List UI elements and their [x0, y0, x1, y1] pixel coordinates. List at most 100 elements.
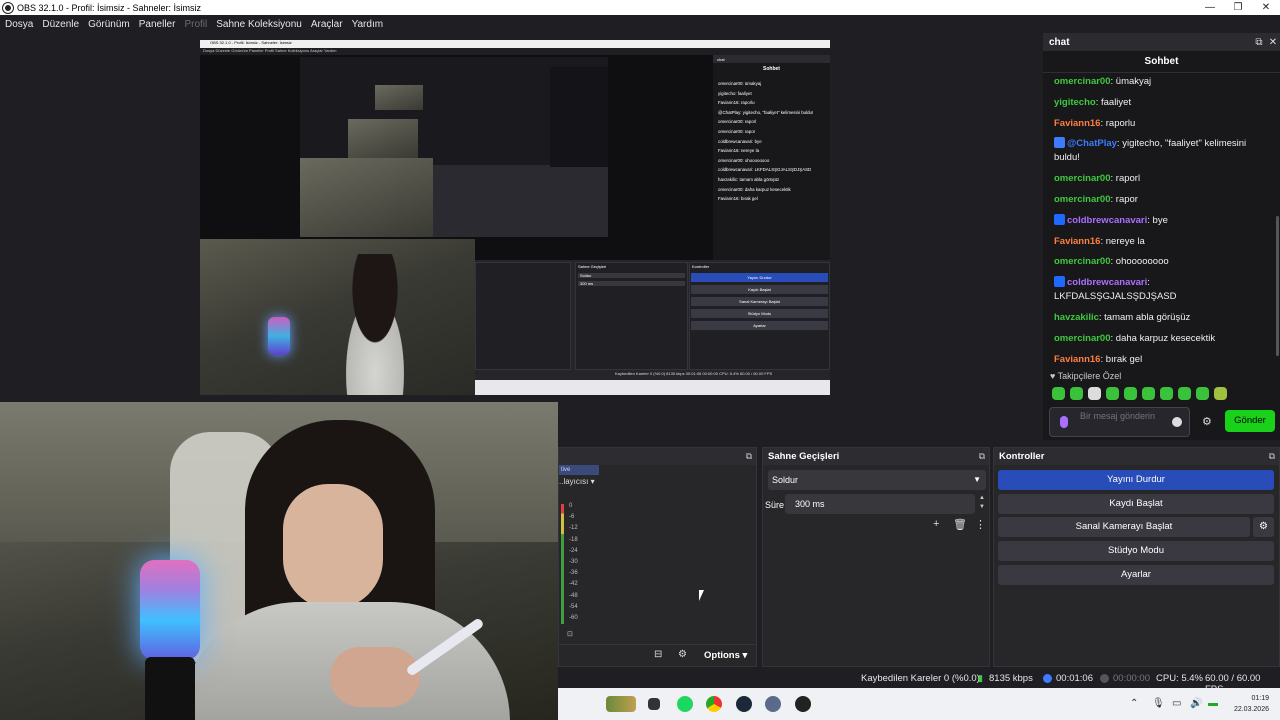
obs-taskbar-icon[interactable] — [795, 696, 811, 712]
audio-source-selected[interactable]: tive — [559, 465, 599, 475]
chevron-down-icon[interactable]: ▾ — [591, 477, 595, 486]
chat-input-box[interactable] — [1049, 407, 1190, 437]
menu-gorunum[interactable]: Görünüm — [88, 19, 130, 30]
widgets-icon[interactable] — [606, 696, 636, 712]
chat-message-input[interactable] — [1080, 410, 1170, 436]
emote-icon[interactable] — [1178, 387, 1191, 400]
chat-separator: : — [1147, 277, 1150, 289]
webcam-face — [283, 484, 383, 609]
menu-duzenle[interactable]: Düzenle — [42, 19, 79, 30]
chat-message[interactable]: omercinar00: rapor — [1054, 193, 1268, 207]
stop-stream-button[interactable]: Yayını Durdur — [998, 470, 1274, 490]
chat-message[interactable]: @ChatPlay: yigitecho, "faaliyet" kelimes… — [1054, 137, 1268, 165]
file-explorer-icon[interactable] — [648, 698, 660, 710]
chat-message[interactable]: Faviann16: raporlu — [1054, 117, 1268, 131]
chat-settings-icon[interactable]: ⚙ — [1202, 415, 1212, 428]
nested-dur-input: 300 ms — [578, 281, 685, 286]
chat-message[interactable]: yigitecho: faaliyet — [1054, 96, 1268, 110]
options-button[interactable]: Options ▾ — [704, 650, 747, 661]
layout-icon[interactable]: ⊟ — [654, 649, 662, 660]
close-button[interactable]: ✕ — [1252, 2, 1280, 13]
emote-icon[interactable] — [1070, 387, 1083, 400]
gear-icon[interactable]: ⚙ — [1253, 517, 1274, 537]
chat-username[interactable]: omercinar00 — [1054, 173, 1111, 184]
maximize-button[interactable]: ❐ — [1224, 2, 1252, 13]
mic-icon[interactable] — [1060, 416, 1068, 428]
chat-message-list[interactable]: omercinar00: ümakyaj yigitecho: faaliyet F… — [1043, 75, 1268, 395]
emote-icon[interactable] — [1196, 387, 1209, 400]
chat-message[interactable]: havzakilic: tamam abla görüşüz — [1054, 311, 1268, 325]
chat-username[interactable]: @ChatPlay — [1067, 138, 1117, 149]
chat-username[interactable]: omercinar00 — [1054, 76, 1111, 87]
chat-username[interactable]: yigitecho — [1054, 97, 1096, 108]
nested-chat-line: havzakilic: tamam abla görüşüz — [718, 176, 780, 182]
emote-icon[interactable] — [1160, 387, 1173, 400]
chat-username[interactable]: Faviann16 — [1054, 236, 1100, 247]
steam-icon[interactable] — [736, 696, 752, 712]
tray-overflow-icon[interactable]: ⌃ — [1130, 698, 1138, 709]
menu-araclar[interactable]: Araçlar — [311, 19, 343, 30]
menu-dosya[interactable]: Dosya — [5, 19, 33, 30]
mute-icon[interactable]: ⊡ — [567, 630, 573, 638]
chat-username[interactable]: havzakilic — [1054, 312, 1099, 323]
chat-username[interactable]: Faviann16 — [1054, 354, 1100, 365]
advanced-audio-icon[interactable]: ⚙ — [678, 649, 687, 660]
chat-message[interactable]: Faviann16: nereye la — [1054, 235, 1268, 249]
menu-profil[interactable]: Profil — [184, 19, 207, 30]
more-icon[interactable]: ⋮ — [975, 518, 986, 531]
studio-mode-button[interactable]: Stüdyo Modu — [998, 541, 1274, 561]
nested-chat-line: coldbrewcanavari: bye — [718, 138, 762, 144]
emote-icon[interactable] — [1124, 387, 1137, 400]
chrome-icon[interactable] — [706, 696, 722, 712]
chat-message[interactable]: omercinar00: raporl — [1054, 172, 1268, 186]
spotify-icon[interactable] — [677, 696, 693, 712]
menu-sahne-koleksiyonu[interactable]: Sahne Koleksiyonu — [216, 19, 302, 30]
chat-message[interactable]: omercinar00: daha karpuz kesecektik — [1054, 332, 1268, 346]
audio-source-name: ..layıcısı ▾ — [559, 477, 595, 486]
transition-select[interactable]: Soldur ▼ — [768, 470, 986, 490]
close-icon[interactable]: ✕ — [1266, 37, 1280, 48]
chat-message[interactable]: Faviann16: bırak gel — [1054, 353, 1268, 367]
nested-cam-medium — [300, 158, 433, 237]
nested-chat-title: Sohbet — [763, 66, 780, 72]
popout-icon[interactable]: ⧉ — [746, 448, 752, 465]
emoji-icon[interactable] — [1172, 417, 1182, 427]
minimize-button[interactable]: — — [1196, 2, 1224, 13]
chat-username[interactable]: omercinar00 — [1054, 256, 1111, 267]
emote-icon[interactable] — [1142, 387, 1155, 400]
add-transition-icon[interactable]: + — [933, 518, 939, 530]
mic-tray-icon[interactable]: 🎙 — [1152, 698, 1165, 709]
settings-button[interactable]: Ayarlar — [998, 565, 1274, 585]
emote-icon[interactable] — [1214, 387, 1227, 400]
float-icon[interactable]: ⧉ — [1252, 37, 1266, 48]
menu-yardim[interactable]: Yardım — [352, 19, 384, 30]
menu-paneller[interactable]: Paneller — [139, 19, 176, 30]
start-record-button[interactable]: Kaydı Başlat — [998, 494, 1274, 514]
chat-username[interactable]: omercinar00 — [1054, 333, 1111, 344]
chat-username[interactable]: coldbrewcanavari — [1067, 215, 1147, 226]
taskbar-clock[interactable]: 01:19 22.03.2026 — [1221, 693, 1269, 715]
duration-spinner[interactable]: ▲ ▼ — [976, 494, 988, 514]
start-virtual-camera-button[interactable]: Sanal Kamerayı Başlat — [998, 517, 1250, 537]
volume-icon[interactable]: 🔊 — [1190, 698, 1202, 709]
chat-username[interactable]: omercinar00 — [1054, 194, 1111, 205]
network-icon[interactable]: ▭ — [1172, 698, 1181, 709]
chat-message[interactable]: omercinar00: ümakyaj — [1054, 75, 1268, 89]
send-button[interactable]: Gönder — [1225, 410, 1275, 432]
chat-message[interactable]: coldbrewcanavari: LKFDALSŞGJALSŞDJŞASD — [1054, 276, 1268, 304]
trash-icon[interactable]: 🗑 — [953, 518, 967, 531]
settings-app-icon[interactable] — [765, 696, 781, 712]
emote-icon[interactable] — [1088, 387, 1101, 400]
chat-scrollbar[interactable] — [1276, 216, 1279, 356]
chat-message[interactable]: omercinar00: ohoooooooo — [1054, 255, 1268, 269]
battery-icon[interactable]: ▬ — [1208, 698, 1218, 709]
chevron-down-icon[interactable]: ▼ — [973, 470, 981, 490]
emote-icon[interactable] — [1052, 387, 1065, 400]
popout-icon[interactable]: ⧉ — [1269, 448, 1275, 465]
chat-username[interactable]: Faviann16 — [1054, 118, 1100, 129]
chat-message[interactable]: coldbrewcanavari: bye — [1054, 213, 1268, 228]
chat-username[interactable]: coldbrewcanavari — [1067, 277, 1147, 288]
emote-icon[interactable] — [1106, 387, 1119, 400]
popout-icon[interactable]: ⧉ — [979, 448, 985, 465]
duration-input[interactable]: 300 ms — [785, 494, 975, 514]
